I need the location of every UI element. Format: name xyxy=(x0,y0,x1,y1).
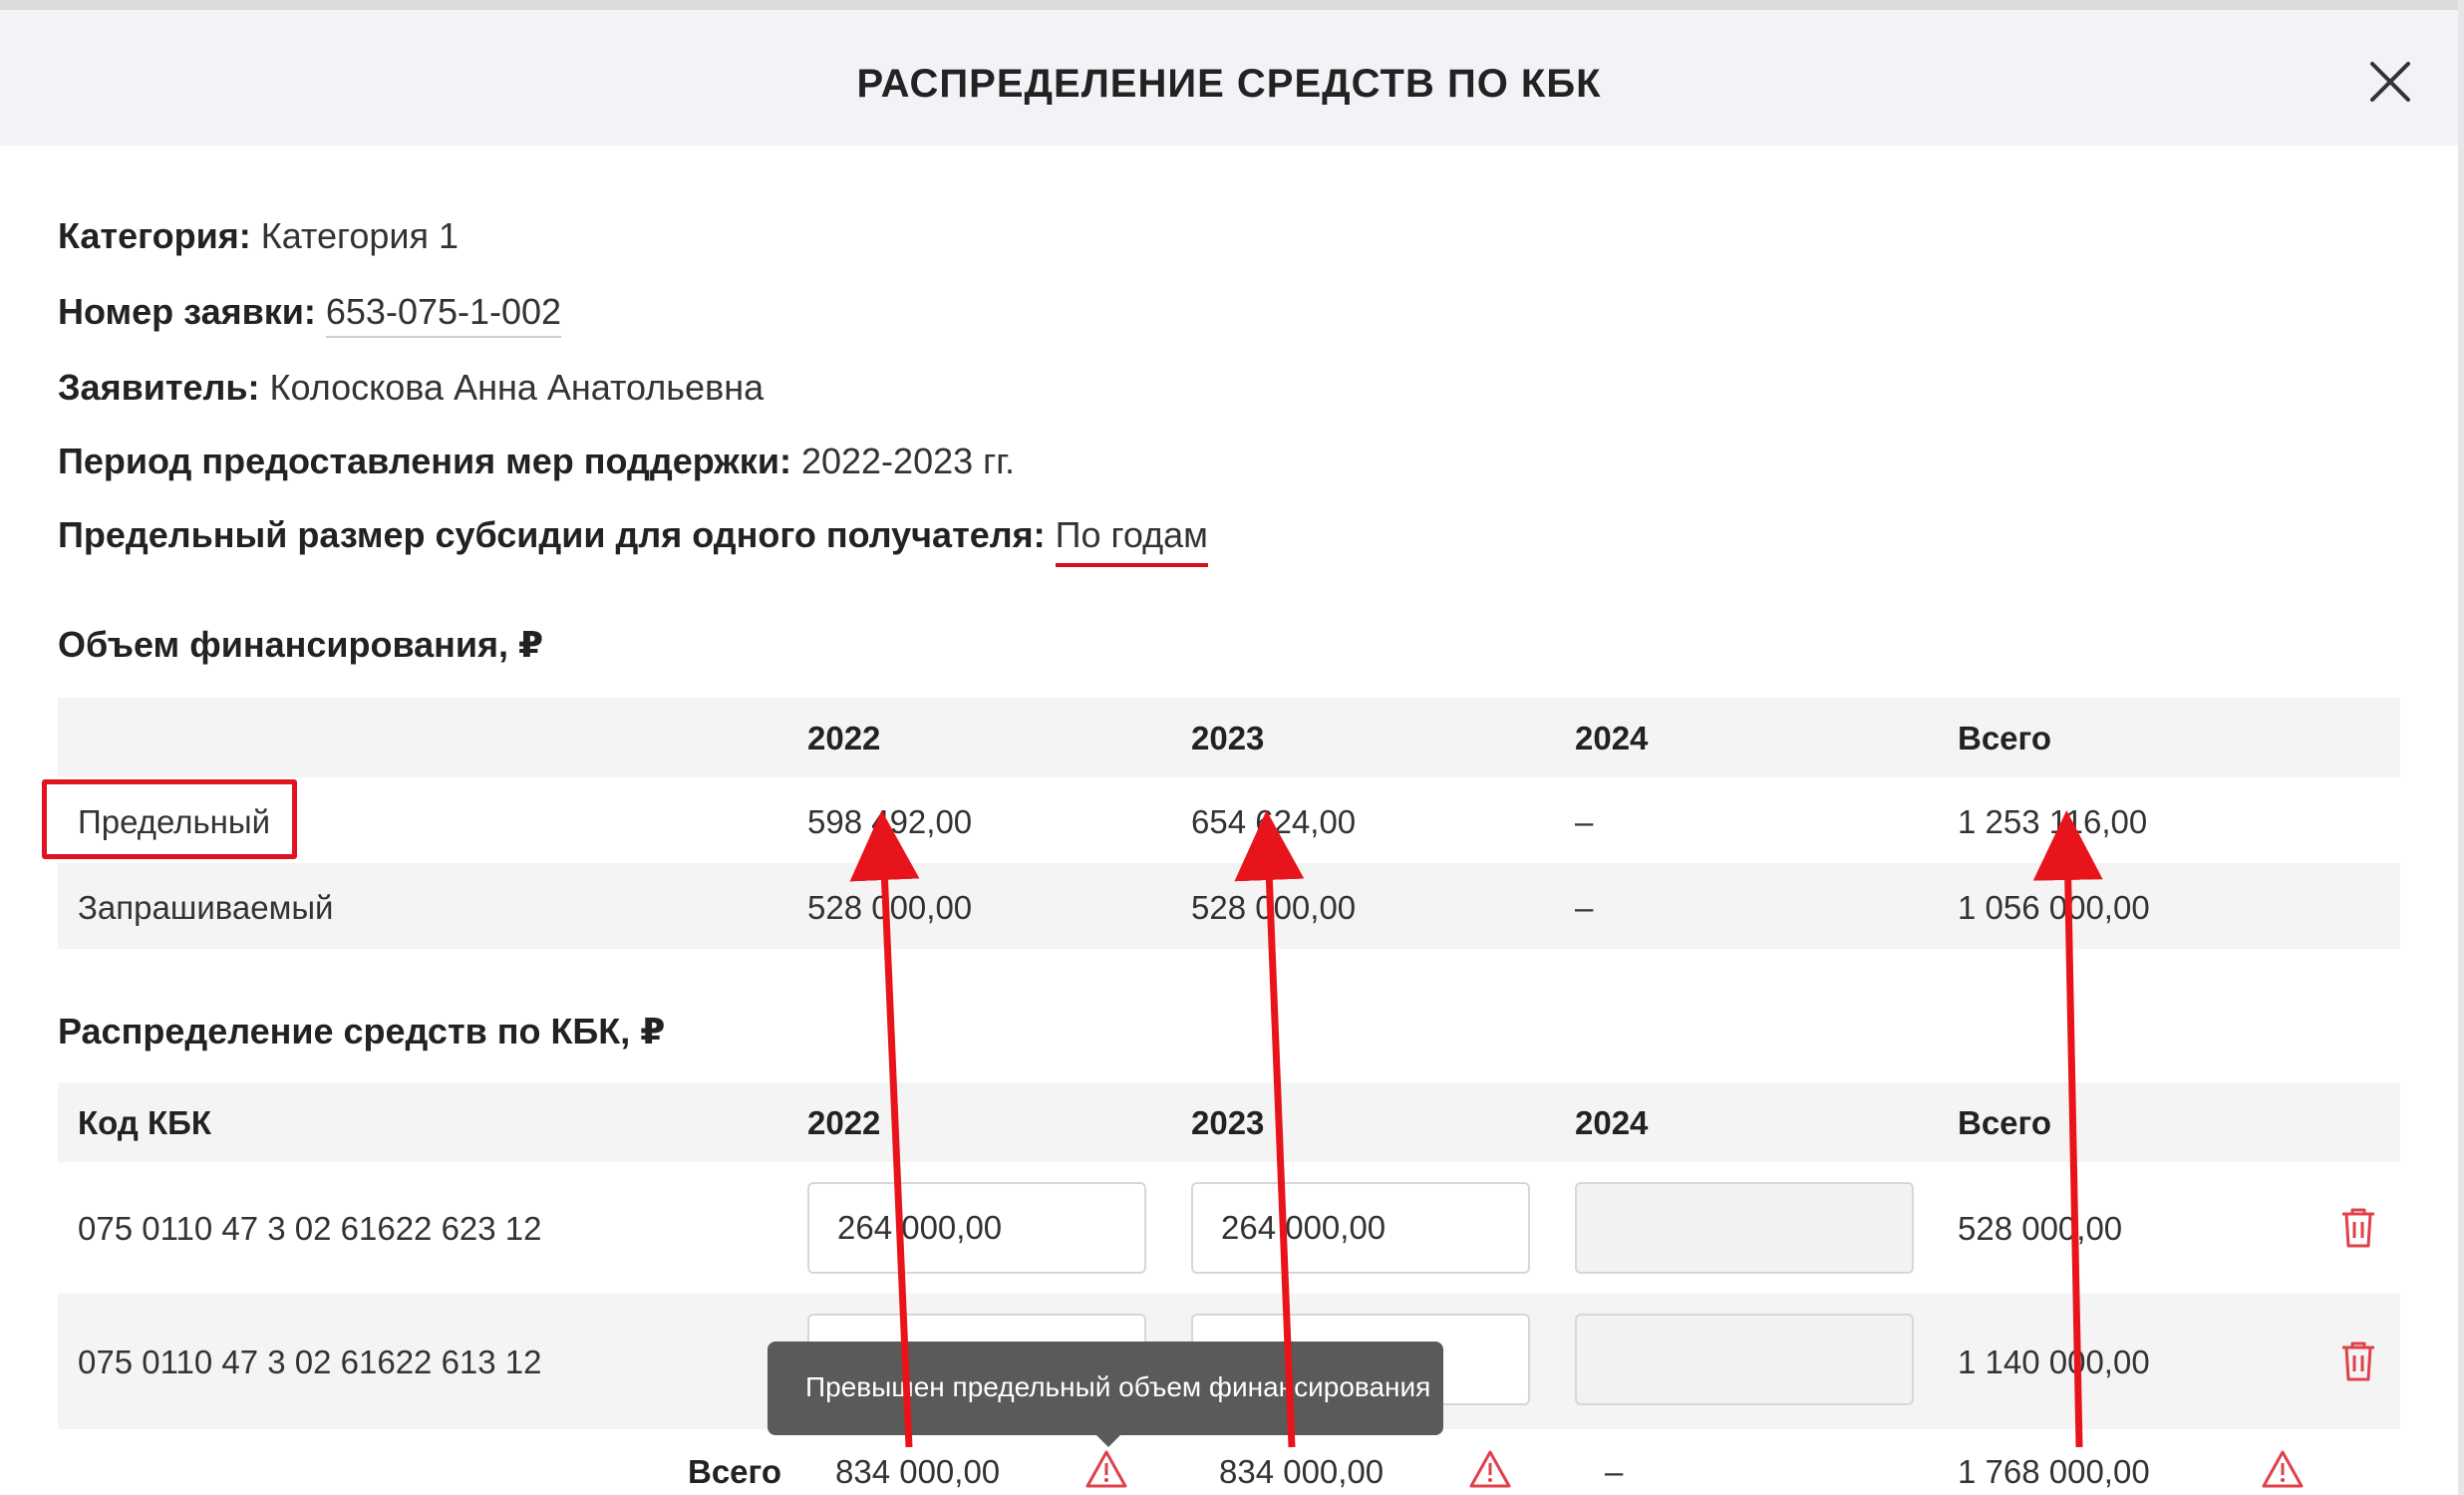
funding-cell-2024: – xyxy=(1575,889,1594,926)
kbk-header-2023: 2023 xyxy=(1191,1104,1265,1141)
funding-cell-2024: – xyxy=(1575,803,1594,840)
warning-tooltip: Превышен предельный объем финансирования xyxy=(768,1342,1443,1447)
warning-icon[interactable] xyxy=(1468,1449,1512,1489)
kbk-input-2024[interactable] xyxy=(1575,1182,1914,1274)
close-icon[interactable] xyxy=(2362,54,2418,110)
funding-cell-total: 1 253 116,00 xyxy=(1958,803,2148,840)
trash-icon[interactable] xyxy=(2338,1206,2378,1250)
kbk-totals-row: Всего 834 000,00 834 000,00 – 1 768 000,… xyxy=(58,1429,2400,1495)
kbk-totals-2022: 834 000,00 xyxy=(835,1453,1001,1490)
kbk-code: 075 0110 47 3 02 61622 613 12 xyxy=(78,1344,542,1380)
dialog-header: РАСПРЕДЕЛЕНИЕ СРЕДСТВ ПО КБК xyxy=(0,10,2458,146)
limit-label: Предельный размер субсидии для одного по… xyxy=(58,514,1046,555)
limit-line: Предельный размер субсидии для одного по… xyxy=(58,514,1208,567)
kbk-header-row: Код КБК 2022 2023 2024 Всего xyxy=(58,1082,2400,1162)
highlight-box xyxy=(42,779,297,859)
kbk-row-total: 1 140 000,00 xyxy=(1958,1344,2150,1380)
applicant-line: Заявитель: Колоскова Анна Анатольевна xyxy=(58,367,764,409)
kbk-totals-2023: 834 000,00 xyxy=(1219,1453,1385,1490)
warning-icon[interactable] xyxy=(1084,1449,1128,1489)
kbk-header-2022: 2022 xyxy=(807,1104,881,1141)
kbk-totals-2024: – xyxy=(1605,1453,1624,1490)
table-row: Запрашиваемый 528 000,00 528 000,00 – 1 … xyxy=(58,863,2400,949)
trash-icon[interactable] xyxy=(2338,1340,2378,1383)
kbk-header-2024: 2024 xyxy=(1575,1104,1649,1141)
kbk-distribution-dialog: РАСПРЕДЕЛЕНИЕ СРЕДСТВ ПО КБК Категория: … xyxy=(0,0,2458,1495)
funding-section-title: Объем финансирования, ₽ xyxy=(58,624,544,665)
applicant-value: Колоскова Анна Анатольевна xyxy=(269,367,765,408)
kbk-section-title: Распределение средств по КБК, ₽ xyxy=(58,1011,666,1051)
funding-row-label: Запрашиваемый xyxy=(78,889,334,926)
category-line: Категория: Категория 1 xyxy=(58,215,459,257)
funding-cell-total: 1 056 000,00 xyxy=(1958,889,2150,926)
limit-value-link[interactable]: По годам xyxy=(1055,514,1208,567)
funding-header-row: 2022 2023 2024 Всего xyxy=(58,698,2400,777)
funding-header-2022: 2022 xyxy=(807,720,881,756)
kbk-header-total: Всего xyxy=(1958,1104,2052,1141)
funding-header-2023: 2023 xyxy=(1191,720,1265,756)
kbk-totals-total: 1 768 000,00 xyxy=(1958,1453,2150,1490)
funding-cell-2023: 654 624,00 xyxy=(1191,803,1357,840)
kbk-input-2022[interactable] xyxy=(807,1182,1146,1274)
request-number-label: Номер заявки: xyxy=(58,291,316,332)
category-value: Категория 1 xyxy=(260,215,460,256)
funding-cell-2022: 598 492,00 xyxy=(807,803,973,840)
kbk-input-2023[interactable] xyxy=(1191,1182,1530,1274)
table-row: Предельный 598 492,00 654 624,00 – 1 253… xyxy=(58,777,2400,863)
funding-cell-2022: 528 000,00 xyxy=(807,889,973,926)
table-row: 075 0110 47 3 02 61622 623 12 528 000,00 xyxy=(58,1162,2400,1294)
kbk-row-total: 528 000,00 xyxy=(1958,1210,2123,1247)
funding-header-total: Всего xyxy=(1958,720,2052,756)
kbk-header-code: Код КБК xyxy=(78,1104,211,1141)
kbk-input-2024[interactable] xyxy=(1575,1314,1914,1405)
funding-cell-2023: 528 000,00 xyxy=(1191,889,1357,926)
request-number-line: Номер заявки: 653-075-1-002 xyxy=(58,291,562,338)
funding-header-2024: 2024 xyxy=(1575,720,1649,756)
dialog-title: РАСПРЕДЕЛЕНИЕ СРЕДСТВ ПО КБК xyxy=(856,62,1602,106)
period-line: Период предоставления мер поддержки: 202… xyxy=(58,441,1015,482)
kbk-code: 075 0110 47 3 02 61622 623 12 xyxy=(78,1210,542,1247)
period-label: Период предоставления мер поддержки: xyxy=(58,441,791,481)
category-label: Категория: xyxy=(58,215,251,256)
kbk-totals-label: Всего xyxy=(688,1453,782,1490)
warning-icon[interactable] xyxy=(2261,1449,2305,1489)
applicant-label: Заявитель: xyxy=(58,367,260,408)
period-value: 2022-2023 гг. xyxy=(800,441,1015,481)
request-number-link[interactable]: 653-075-1-002 xyxy=(325,291,562,338)
